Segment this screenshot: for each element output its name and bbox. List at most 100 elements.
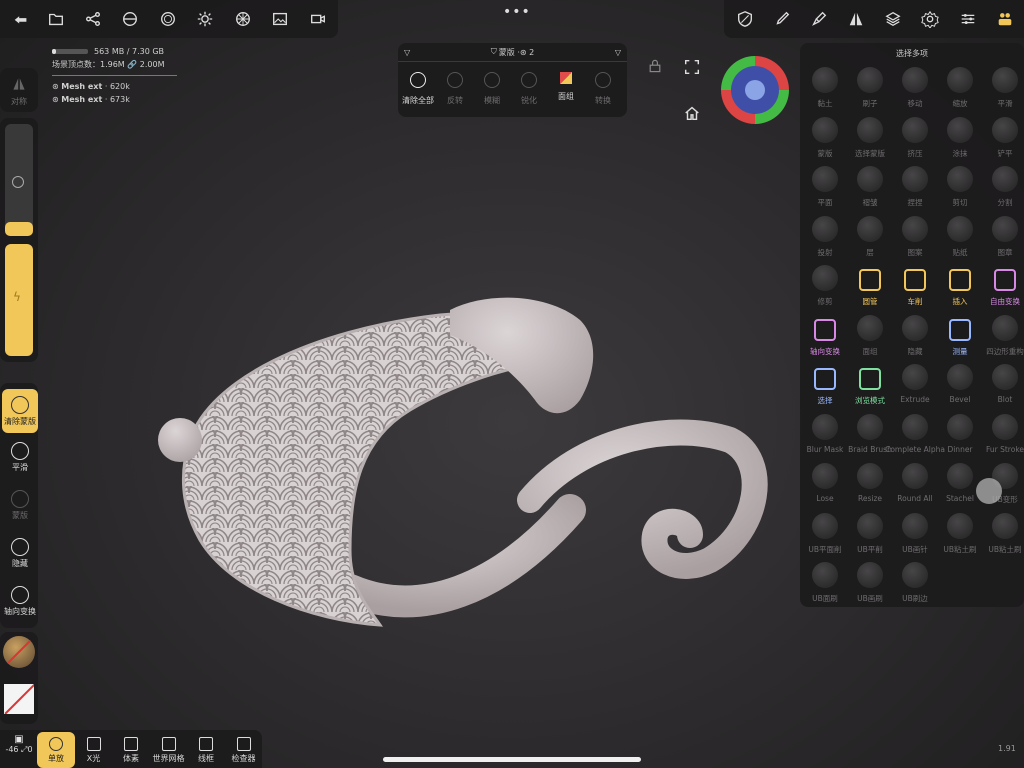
camera-icon[interactable] <box>303 4 333 34</box>
bottom-item-5[interactable]: 检查器 <box>225 732 263 768</box>
brush-icon[interactable] <box>767 4 797 34</box>
mask-item-3[interactable]: 锐化 <box>511 72 547 106</box>
mask-panel-header[interactable]: ▽ ⛉ 蒙版 · ⊛ 2 ▽ <box>398 43 627 62</box>
back-icon[interactable] <box>6 4 36 34</box>
more-dots-icon[interactable]: ••• <box>503 4 531 20</box>
tool-item[interactable]: 选择蒙版 <box>847 115 893 163</box>
symmetry-button[interactable]: 对称 <box>0 68 38 112</box>
tool-item[interactable]: UB刷边 <box>892 560 938 608</box>
left-tool-item[interactable]: 轴向变换 <box>2 586 38 617</box>
team-icon[interactable] <box>990 4 1020 34</box>
folder-icon[interactable] <box>41 4 71 34</box>
symmetry-icon[interactable] <box>841 4 871 34</box>
tool-item[interactable]: 投射 <box>802 214 848 262</box>
tool-item[interactable]: 平面 <box>802 164 848 212</box>
tool-item[interactable]: 捏捏 <box>892 164 938 212</box>
tool-item[interactable]: Bevel <box>937 362 983 410</box>
tool-item[interactable]: UB平削 <box>847 511 893 559</box>
mesh-row[interactable]: ⊛ Mesh ext · 620k <box>52 82 177 91</box>
layers-icon[interactable] <box>878 4 908 34</box>
tool-item[interactable]: Blot <box>982 362 1024 410</box>
image-icon[interactable] <box>265 4 295 34</box>
material-icon[interactable] <box>115 4 145 34</box>
tool-item[interactable]: UB粘土刷 <box>982 511 1024 559</box>
tool-item[interactable]: 褶皱 <box>847 164 893 212</box>
tool-item[interactable]: 涂抹 <box>937 115 983 163</box>
tool-item[interactable]: 车削 <box>892 263 938 311</box>
size-slider[interactable] <box>5 124 33 236</box>
tool-item[interactable]: Blur Mask <box>802 412 848 460</box>
tool-item[interactable]: Extrude <box>892 362 938 410</box>
shading-icon[interactable] <box>153 4 183 34</box>
tool-item[interactable]: 测量 <box>937 313 983 361</box>
tool-item[interactable]: 挤压 <box>892 115 938 163</box>
tool-item[interactable]: 贴纸 <box>937 214 983 262</box>
light-icon[interactable] <box>190 4 220 34</box>
tool-item[interactable]: 图案 <box>892 214 938 262</box>
tool-item[interactable]: Fur Stroke <box>982 412 1024 460</box>
tool-item[interactable]: 面组 <box>847 313 893 361</box>
tool-item[interactable]: Dinner <box>937 412 983 460</box>
mask-item-2[interactable]: 模糊 <box>474 72 510 106</box>
postprocess-icon[interactable] <box>228 4 258 34</box>
lock-icon[interactable] <box>647 58 663 78</box>
tool-item[interactable]: 选择 <box>802 362 848 410</box>
sculpt-model[interactable] <box>150 290 770 640</box>
tool-item[interactable]: 隐藏 <box>892 313 938 361</box>
intensity-slider[interactable]: ϟ <box>5 244 33 356</box>
tool-item[interactable]: Resize <box>847 461 893 509</box>
tool-item[interactable]: Complete Alpha <box>885 412 945 460</box>
tool-item[interactable]: 蒙版 <box>802 115 848 163</box>
tool-item[interactable]: 图章 <box>982 214 1024 262</box>
expand-icon[interactable]: ▽ <box>615 48 621 57</box>
left-tool-item[interactable]: 清除蒙版 <box>2 389 38 433</box>
bottom-item-2[interactable]: 体素 <box>112 732 150 768</box>
tool-item[interactable]: 浏览模式 <box>847 362 893 410</box>
home-indicator[interactable] <box>383 757 641 762</box>
tool-item[interactable]: 平滑 <box>982 65 1024 113</box>
tool-item[interactable]: 自由变换 <box>982 263 1024 311</box>
coords-button[interactable]: ▣ -46 ⤢0 <box>2 734 36 755</box>
scene-graph-icon[interactable] <box>78 4 108 34</box>
bottom-item-0[interactable]: 单放 <box>37 732 75 768</box>
sliders-icon[interactable] <box>953 4 983 34</box>
tool-item[interactable]: UB画刷 <box>847 560 893 608</box>
left-tool-item[interactable]: 隐藏 <box>2 538 38 569</box>
fullscreen-icon[interactable] <box>683 58 701 80</box>
tool-item[interactable]: Round All <box>892 461 938 509</box>
home-icon[interactable] <box>683 104 701 126</box>
mask-item-4[interactable]: 面组 <box>548 72 584 102</box>
tool-item[interactable]: UB画针 <box>892 511 938 559</box>
settings-icon[interactable] <box>915 4 945 34</box>
collapse-icon[interactable]: ▽ <box>404 48 410 57</box>
tool-item[interactable]: 插入 <box>937 263 983 311</box>
tool-item[interactable]: 缩放 <box>937 65 983 113</box>
paint-tool-icon[interactable] <box>804 4 834 34</box>
tool-item[interactable]: 分割 <box>982 164 1024 212</box>
tool-item[interactable]: UB平面削 <box>802 511 848 559</box>
bottom-item-4[interactable]: 线框 <box>187 732 225 768</box>
tool-item[interactable]: 修剪 <box>802 263 848 311</box>
tool-item[interactable]: UB粘土刷 <box>937 511 983 559</box>
tool-item[interactable]: 黏土 <box>802 65 848 113</box>
view-cube[interactable] <box>719 54 791 126</box>
tool-item[interactable]: 刷子 <box>847 65 893 113</box>
tool-item[interactable]: 轴向变换 <box>802 313 848 361</box>
tool-item[interactable]: 移动 <box>892 65 938 113</box>
bottom-item-1[interactable]: X光 <box>75 732 113 768</box>
mesh-row[interactable]: ⊛ Mesh ext · 673k <box>52 95 177 104</box>
mask-item-1[interactable]: 反转 <box>437 72 473 106</box>
tool-item[interactable]: 圆管 <box>847 263 893 311</box>
mask-item-0[interactable]: 清除全部 <box>400 72 436 106</box>
tool-item[interactable]: 剪切 <box>937 164 983 212</box>
material-swatch[interactable] <box>3 636 35 668</box>
tool-item[interactable]: 四边形重构 <box>982 313 1024 361</box>
mask-item-5[interactable]: 转换 <box>585 72 621 106</box>
left-tool-item[interactable]: 蒙版 <box>2 490 38 521</box>
tool-item[interactable]: 铲平 <box>982 115 1024 163</box>
left-tool-item[interactable]: 平滑 <box>2 442 38 473</box>
tool-item[interactable]: UB面刷 <box>802 560 848 608</box>
tool-item[interactable]: Lose <box>802 461 848 509</box>
mask-tool-icon[interactable] <box>730 4 760 34</box>
color-swatch[interactable] <box>4 684 34 714</box>
